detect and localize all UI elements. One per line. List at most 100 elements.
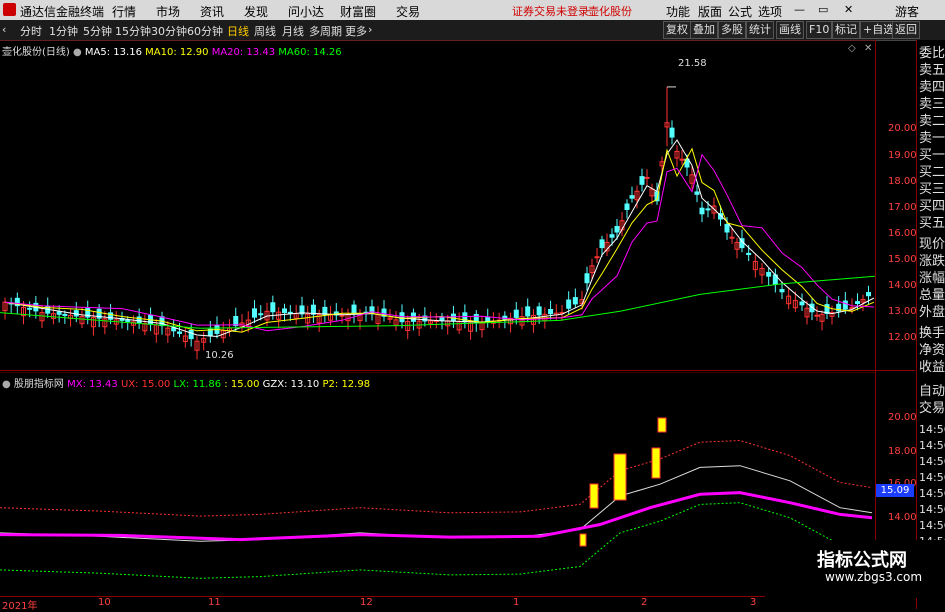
time-tick: 12 [360, 597, 373, 608]
sidebar-item[interactable]: 买四 [919, 199, 945, 214]
lx-line [0, 502, 873, 579]
back-button[interactable]: 返回 [892, 21, 920, 39]
sidebar-item[interactable]: 卖一 [919, 131, 945, 146]
sidebar-item[interactable]: 总量 [919, 288, 945, 303]
sidebar-item[interactable]: 委比 [919, 46, 945, 61]
candle-body [694, 191, 700, 195]
overlay-button[interactable]: 叠加 [690, 21, 718, 39]
sidebar-item[interactable]: 换手 [919, 326, 945, 341]
menu-ask[interactable]: 问小达 [288, 3, 324, 20]
guest-label[interactable]: 游客 [895, 3, 919, 20]
candle-body [779, 289, 785, 293]
sidebar-item[interactable]: 净资 [919, 343, 945, 358]
candle-body [536, 306, 542, 316]
period-tab-active[interactable]: 日线 [227, 23, 249, 39]
candle-body [399, 312, 405, 323]
candlestick-chart[interactable] [0, 40, 875, 370]
menu-function[interactable]: 功能 [666, 3, 690, 20]
panel-divider [0, 370, 915, 371]
maximize-icon[interactable]: ▭ [818, 3, 828, 16]
menu-discover[interactable]: 发现 [244, 3, 268, 20]
period-tab[interactable]: 60分钟 [187, 23, 223, 39]
menu-trade[interactable]: 交易 [396, 3, 420, 20]
candle-body [62, 313, 68, 316]
mark-button[interactable]: 标记 [832, 21, 860, 39]
menu-market[interactable]: 市场 [156, 3, 180, 20]
period-tab[interactable]: 15分钟 [115, 23, 151, 39]
menu-quotes[interactable]: 行情 [112, 3, 136, 20]
candle-body [679, 158, 685, 161]
price-tick: 17.00 [888, 202, 917, 213]
login-warning[interactable]: 证券交易未登录 [512, 3, 589, 19]
period-tab[interactable]: 5分钟 [83, 23, 112, 39]
menu-options[interactable]: 选项 [758, 3, 782, 20]
period-tab[interactable]: 多周期 [309, 23, 342, 39]
price-tick: 20.00 [888, 123, 917, 134]
stock-link[interactable]: 壶化股份 [588, 3, 632, 19]
candle-body [855, 301, 860, 304]
sidebar-item[interactable]: 卖四 [919, 80, 945, 95]
quote-sidebar: 委比 卖五 卖四 卖三 卖二 卖一 买一 买二 买三 买四 买五 现价 涨跌 涨… [916, 40, 945, 609]
candle-body [566, 299, 572, 309]
price-tick: 16.00 [888, 228, 917, 239]
sidebar-item[interactable]: 涨幅 [919, 271, 945, 286]
candle-body [766, 271, 772, 277]
sidebar-auto[interactable]: 自动 [919, 384, 945, 399]
time-tick: 10 [98, 597, 111, 608]
indicator-chart[interactable] [0, 372, 875, 594]
time-tick: 2021年 [2, 601, 38, 612]
sidebar-item[interactable]: 收益 [919, 360, 945, 375]
app-logo-icon [3, 3, 16, 16]
candle-body [572, 297, 578, 305]
sidebar-item[interactable]: 买三 [919, 182, 945, 197]
candle-body [177, 331, 182, 334]
candle-body [594, 256, 600, 259]
period-tab[interactable]: 30分钟 [151, 23, 187, 39]
multi-stock-button[interactable]: 多股 [718, 21, 746, 39]
candle-body [624, 203, 630, 210]
candle-body [258, 313, 264, 316]
candle-body [188, 329, 194, 340]
more-chevron-icon[interactable]: › [368, 23, 372, 36]
period-more[interactable]: 更多 [345, 23, 367, 39]
stats-button[interactable]: 统计 [746, 21, 774, 39]
candle-body [513, 309, 519, 318]
candle-body [56, 311, 62, 315]
period-tab[interactable]: 分时 [20, 23, 42, 39]
sidebar-item[interactable]: 买二 [919, 165, 945, 180]
sidebar-item[interactable]: 卖五 [919, 63, 945, 78]
sidebar-item[interactable]: 卖二 [919, 114, 945, 129]
f10-button[interactable]: F10 [806, 21, 833, 39]
draw-button[interactable]: 画线 [776, 21, 804, 39]
time-tick: 3 [750, 597, 757, 608]
watermark-url: www.zbgs3.com [825, 570, 923, 584]
sidebar-item[interactable]: 外盘 [919, 305, 945, 320]
menu-formula[interactable]: 公式 [728, 3, 752, 20]
ind-tick: 14.00 [888, 512, 917, 523]
title-bar: 通达信金融终端 行情 市场 资讯 发现 问小达 财富圈 交易 证券交易未登录 壶… [0, 0, 945, 20]
menu-layout[interactable]: 版面 [698, 3, 722, 20]
menu-wealth[interactable]: 财富圈 [340, 3, 376, 20]
period-tab[interactable]: 周线 [254, 23, 276, 39]
sidebar-item[interactable]: 买一 [919, 148, 945, 163]
candle-body [729, 236, 735, 239]
time-axis: 2021年 10 11 12 1 2 3 [0, 596, 875, 612]
minimize-icon[interactable]: — [794, 3, 805, 16]
sidebar-item[interactable]: 买五 [919, 216, 945, 231]
close-icon[interactable]: ✕ [844, 3, 853, 16]
sidebar-item[interactable]: 卖三 [919, 97, 945, 112]
fq-button[interactable]: 复权 [663, 21, 691, 39]
menu-news[interactable]: 资讯 [200, 3, 224, 20]
candle-body [799, 301, 805, 306]
period-tab[interactable]: 月线 [282, 23, 304, 39]
sidebar-item[interactable]: 涨跌 [919, 254, 945, 269]
tick-time: 14:56 [919, 423, 945, 436]
candle-body [599, 239, 605, 249]
candle-body [548, 308, 554, 315]
candle-body [842, 300, 848, 310]
candle-body [669, 127, 675, 138]
period-tab[interactable]: 1分钟 [49, 23, 78, 39]
period-prev-icon[interactable]: ‹ [2, 23, 6, 36]
sidebar-item[interactable]: 现价 [919, 237, 945, 252]
sidebar-trade[interactable]: 交易 [919, 401, 945, 416]
